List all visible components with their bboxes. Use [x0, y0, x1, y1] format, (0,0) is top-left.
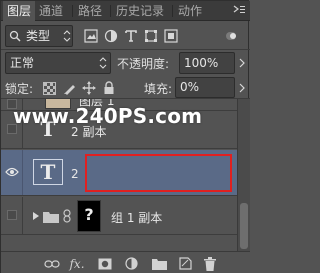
- tab-history[interactable]: 历史记录: [112, 1, 168, 21]
- divider: [1, 49, 250, 50]
- opacity-input[interactable]: 100%: [179, 52, 235, 74]
- lock-transparent-icon[interactable]: [41, 80, 57, 96]
- chevron-updown-icon: [98, 56, 108, 70]
- visibility-box: [7, 210, 17, 220]
- fx-icon[interactable]: fx.: [69, 256, 85, 271]
- highlight-box: [85, 154, 232, 192]
- type-filter-icon[interactable]: [123, 28, 139, 44]
- filter-kind-label: 类型: [26, 29, 51, 43]
- fill-value: 0%: [180, 80, 200, 94]
- blend-row: 正常 不透明度: 100%: [1, 51, 250, 75]
- tab-divider: [110, 5, 111, 17]
- blend-mode-value: 正常: [10, 56, 35, 70]
- adjustment-icon[interactable]: [123, 256, 139, 271]
- bottom-toolbar: fx.: [1, 251, 250, 273]
- fill-input[interactable]: 0%: [175, 77, 235, 98]
- fill-label: 填充:: [144, 82, 173, 96]
- folder-icon[interactable]: [151, 256, 167, 271]
- tab-divider: [72, 5, 73, 17]
- mask-icon[interactable]: [97, 256, 113, 271]
- chevron-right-icon[interactable]: [237, 80, 247, 96]
- watermark-text: www.240PS.com: [13, 104, 203, 128]
- tab-channels[interactable]: 通道: [35, 1, 67, 21]
- tab-layers[interactable]: 图层: [3, 1, 36, 22]
- layer-row-selected[interactable]: T 2: [1, 150, 237, 196]
- scrollbar-thumb[interactable]: [240, 203, 248, 249]
- tab-paths[interactable]: 路径: [74, 1, 106, 21]
- layers-panel: 图层 通道 路径 历史记录 动作 类型 正常 不透明度: 100% 锁定: 填充…: [0, 0, 250, 273]
- layer-name: 组 1 副本: [111, 211, 163, 225]
- eye-icon: [4, 166, 20, 178]
- filter-toggle-icon[interactable]: [223, 28, 239, 44]
- expand-arrow-icon[interactable]: [31, 209, 41, 223]
- link-icon: [62, 208, 72, 224]
- opacity-value: 100%: [184, 56, 219, 70]
- link-icon[interactable]: [44, 256, 60, 271]
- chevron-right-icon[interactable]: [237, 55, 247, 71]
- visibility-toggle[interactable]: [1, 150, 23, 195]
- layer-name: 2: [71, 167, 79, 181]
- trash-icon[interactable]: [202, 256, 218, 271]
- lock-all-icon[interactable]: [101, 80, 117, 96]
- new-layer-icon[interactable]: [177, 256, 193, 271]
- visibility-toggle[interactable]: [1, 197, 23, 234]
- mask-thumbnail: ?: [77, 200, 101, 232]
- search-icon: [9, 30, 21, 42]
- blend-mode-select[interactable]: 正常: [5, 52, 111, 74]
- filter-row: 类型: [1, 24, 250, 48]
- lock-row: 锁定: 填充: 0%: [1, 77, 250, 99]
- tab-bar: 图层 通道 路径 历史记录 动作: [1, 1, 250, 22]
- layer-row[interactable]: ? 组 1 副本: [1, 197, 237, 235]
- opacity-label: 不透明度:: [117, 57, 170, 71]
- filter-kind-select[interactable]: 类型: [5, 25, 73, 47]
- shape-filter-icon[interactable]: [143, 28, 159, 44]
- image-filter-icon[interactable]: [83, 28, 99, 44]
- chevron-updown-icon: [62, 29, 72, 43]
- lock-label: 锁定:: [5, 82, 34, 96]
- lock-position-icon[interactable]: [81, 80, 97, 96]
- scrollbar[interactable]: [237, 99, 250, 251]
- type-layer-thumbnail-icon: T: [33, 159, 63, 185]
- tab-actions[interactable]: 动作: [174, 1, 206, 21]
- tab-divider: [172, 5, 173, 17]
- panel-menu-icon[interactable]: [232, 4, 246, 18]
- smart-object-filter-icon[interactable]: [163, 28, 179, 44]
- lock-image-icon[interactable]: [61, 80, 77, 96]
- folder-icon: [43, 208, 59, 224]
- adjustment-filter-icon[interactable]: [103, 28, 119, 44]
